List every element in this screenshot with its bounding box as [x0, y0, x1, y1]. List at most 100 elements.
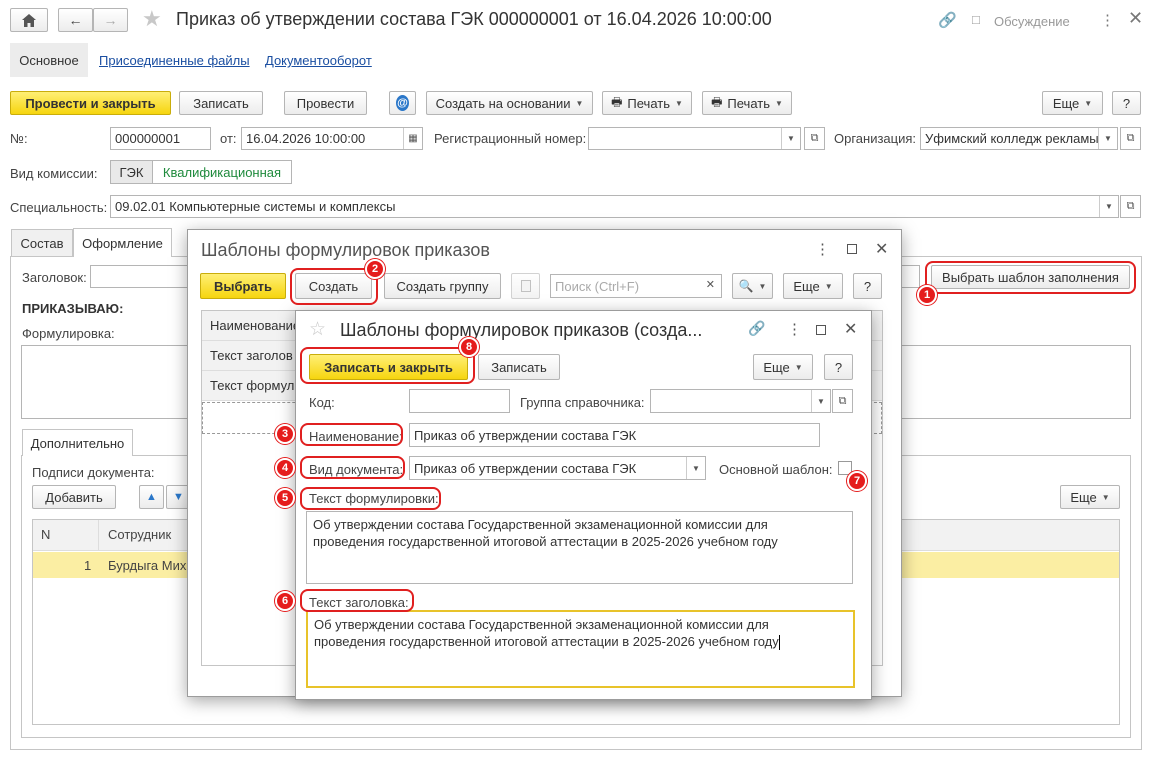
tab-additional[interactable]: Дополнительно — [22, 429, 133, 456]
date-label: от: — [220, 131, 237, 146]
order-text: ПРИКАЗЫВАЮ: — [22, 301, 124, 316]
annotation-name — [300, 423, 403, 446]
arrow-down-icon: ▼ — [173, 491, 184, 503]
heading-text-area[interactable]: Об утверждении состава Государственной э… — [306, 610, 855, 688]
close-icon[interactable]: ✕ — [844, 319, 857, 339]
organization-field[interactable]: Уфимский колледж рекламы ▼ — [920, 127, 1118, 150]
link-icon[interactable]: 🔗 — [748, 320, 765, 337]
discussion-icon[interactable]: □ — [972, 12, 980, 27]
column-header-n: N — [41, 527, 51, 542]
calendar-icon[interactable]: ▦ — [403, 128, 422, 149]
badge-4: 4 — [275, 458, 295, 478]
chevron-down-icon: ▼ — [775, 98, 783, 108]
search-input[interactable]: Поиск (Ctrl+F) ✕ — [550, 274, 722, 298]
chevron-down-icon: ▼ — [675, 98, 683, 108]
name-field[interactable]: Приказ об утверждении состава ГЭК — [409, 423, 820, 447]
annotation-heading — [300, 589, 414, 612]
column-divider — [98, 520, 99, 551]
open-icon[interactable]: ⧉ — [1120, 195, 1141, 218]
tab-composition[interactable]: Состав — [11, 229, 73, 256]
post-and-close-button[interactable]: Провести и закрыть — [10, 91, 171, 115]
print-button-2[interactable]: 🖶 Печать ▼ — [702, 91, 792, 115]
chevron-down-icon[interactable]: ▼ — [781, 128, 800, 149]
kebab-menu-icon[interactable]: ⋮ — [1100, 11, 1115, 29]
search-button[interactable]: 🔍 ▼ — [732, 273, 773, 299]
discussion-label[interactable]: Обсуждение — [994, 14, 1070, 29]
open-icon[interactable]: ⧉ — [1120, 127, 1141, 150]
help-button[interactable]: ? — [1112, 91, 1141, 115]
group-field[interactable]: ▼ — [650, 389, 831, 413]
chevron-down-icon: ▼ — [758, 281, 767, 291]
window-title: Приказ об утверждении состава ГЭК 000000… — [176, 9, 772, 29]
star-icon[interactable]: ★ — [142, 6, 162, 32]
close-icon[interactable]: ✕ — [875, 239, 888, 259]
back-button[interactable]: ← — [58, 8, 93, 32]
forward-button[interactable]: → — [93, 8, 128, 32]
clear-icon[interactable]: ✕ — [706, 278, 715, 291]
specialty-field[interactable]: 09.02.01 Компьютерные системы и комплекс… — [110, 195, 1119, 218]
add-button[interactable]: Добавить — [32, 485, 116, 509]
chevron-down-icon: ▼ — [1084, 98, 1093, 108]
more-button[interactable]: Еще ▼ — [1042, 91, 1103, 115]
commission-option-gek[interactable]: ГЭК — [110, 160, 153, 184]
chevron-down-icon[interactable]: ▼ — [1098, 128, 1117, 149]
commission-option-qualification[interactable]: Квалификационная — [152, 160, 292, 184]
maximize-icon[interactable] — [816, 325, 826, 335]
email-button[interactable]: @ — [389, 91, 416, 115]
printer-icon: 🖶 — [711, 94, 723, 109]
chevron-down-icon[interactable]: ▼ — [686, 457, 705, 479]
commission-type-label: Вид комиссии: — [10, 166, 98, 181]
edit-save-button[interactable]: Записать — [478, 354, 560, 380]
list-more-button[interactable]: Еще ▼ — [783, 273, 843, 299]
move-up-button[interactable]: ▲ — [139, 485, 164, 509]
list-dialog-title: Шаблоны формулировок приказов — [201, 240, 490, 260]
tab-document-flow[interactable]: Документооборот — [265, 53, 372, 68]
tab-main[interactable]: Основное — [10, 43, 88, 77]
badge-6: 6 — [275, 591, 295, 611]
signatures-more-button[interactable]: Еще ▼ — [1060, 485, 1120, 509]
copy-button[interactable] — [511, 273, 540, 299]
arrow-right-icon: → — [103, 12, 118, 28]
badge-3: 3 — [275, 424, 295, 444]
code-field[interactable] — [409, 389, 510, 413]
doctype-field[interactable]: Приказ об утверждении состава ГЭК ▼ — [409, 456, 706, 480]
number-field[interactable]: 000000001 — [110, 127, 211, 150]
annotation-create — [290, 268, 378, 305]
annotation-choose-template — [925, 261, 1136, 294]
kebab-menu-icon[interactable]: ⋮ — [787, 320, 802, 338]
kebab-menu-icon[interactable]: ⋮ — [815, 240, 830, 258]
chevron-down-icon[interactable]: ▼ — [1099, 196, 1118, 217]
edit-more-button[interactable]: Еще ▼ — [753, 354, 813, 380]
open-icon[interactable]: ⧉ — [804, 127, 825, 150]
open-icon[interactable]: ⧉ — [832, 389, 853, 413]
reg-number-field[interactable]: ▼ — [588, 127, 801, 150]
list-help-button[interactable]: ? — [853, 273, 882, 299]
edit-help-button[interactable]: ? — [824, 354, 853, 380]
chevron-down-icon[interactable]: ▼ — [811, 390, 830, 412]
star-icon[interactable]: ☆ — [309, 318, 326, 341]
create-group-button[interactable]: Создать группу — [384, 273, 501, 299]
search-icon: 🔍 — [738, 279, 754, 293]
select-button[interactable]: Выбрать — [200, 273, 286, 299]
signatures-label: Подписи документа: — [32, 465, 155, 480]
arrow-up-icon: ▲ — [146, 491, 157, 503]
link-icon[interactable]: 🔗 — [938, 11, 957, 29]
date-field[interactable]: 16.04.2026 10:00:00 ▦ — [241, 127, 423, 150]
print-button-1[interactable]: 🖶 Печать ▼ — [602, 91, 692, 115]
badge-1: 1 — [917, 285, 937, 305]
save-button[interactable]: Записать — [179, 91, 263, 115]
chevron-down-icon: ▼ — [575, 98, 584, 108]
maximize-icon[interactable] — [847, 244, 857, 254]
number-label: №: — [10, 131, 28, 146]
chevron-down-icon: ▼ — [1101, 492, 1110, 502]
wording-text-area[interactable]: Об утверждении состава Государственной э… — [306, 511, 853, 584]
arrow-left-icon: ← — [68, 12, 83, 28]
close-icon[interactable]: ✕ — [1128, 8, 1143, 29]
post-button[interactable]: Провести — [284, 91, 367, 115]
home-button[interactable] — [10, 8, 48, 32]
tab-attached-files[interactable]: Присоединенные файлы — [99, 53, 250, 68]
create-based-on-button[interactable]: Создать на основании ▼ — [426, 91, 593, 115]
reg-number-label: Регистрационный номер: — [434, 131, 587, 146]
text-cursor — [778, 635, 780, 651]
tab-design[interactable]: Оформление — [73, 228, 172, 257]
